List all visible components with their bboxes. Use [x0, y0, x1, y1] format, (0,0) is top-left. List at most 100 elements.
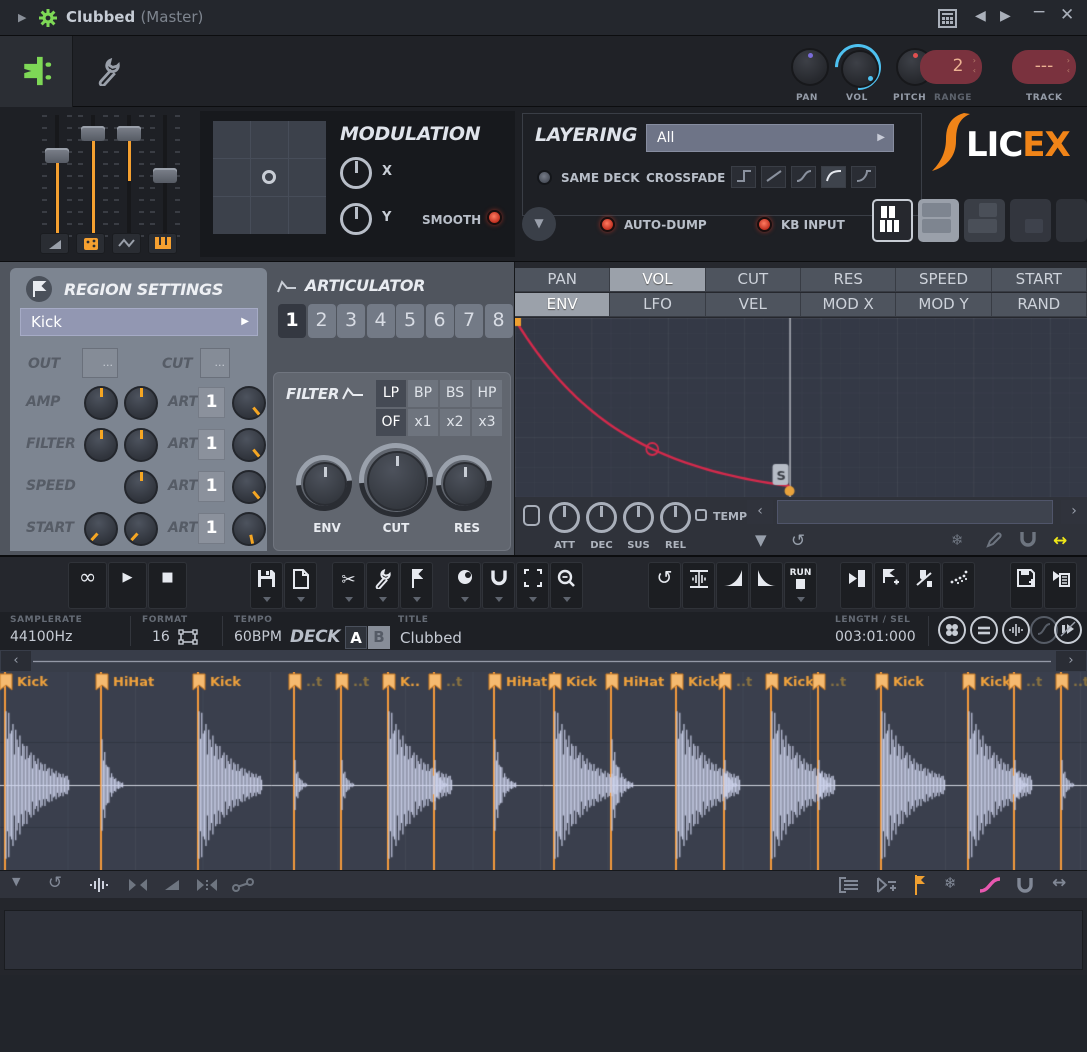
- view-eye-button[interactable]: [448, 562, 481, 609]
- articulator-slot-2[interactable]: 2: [308, 304, 336, 338]
- freeze-icon[interactable]: ❄: [951, 531, 964, 549]
- level-slider-1[interactable]: [44, 115, 70, 240]
- filter-type-lp[interactable]: LP: [376, 380, 406, 407]
- save-button[interactable]: [250, 562, 283, 609]
- waveform-editor[interactable]: [0, 672, 1087, 870]
- env-magnet-icon[interactable]: [1019, 531, 1037, 547]
- scroll-left-button[interactable]: ‹: [747, 500, 773, 524]
- articulator-slot-1[interactable]: 1: [278, 304, 306, 338]
- mod-y-knob[interactable]: [340, 203, 372, 235]
- fade-out-button[interactable]: [750, 562, 783, 609]
- same-deck-led[interactable]: [537, 170, 552, 185]
- deck-b-button[interactable]: B: [368, 626, 390, 649]
- zoom-tool-button[interactable]: [550, 562, 583, 609]
- articulator-slot-4[interactable]: 4: [367, 304, 395, 338]
- tools-wrench-button[interactable]: [366, 562, 399, 609]
- layer-select-dropdown[interactable]: All▶: [646, 124, 894, 152]
- filter-knob-1[interactable]: [84, 428, 118, 462]
- pan-knob[interactable]: [791, 48, 829, 86]
- start-knob-1[interactable]: [84, 512, 118, 546]
- wave-freeze-icon[interactable]: ❄: [944, 874, 957, 892]
- adsr-att-knob[interactable]: [549, 502, 580, 533]
- waveform-view-button[interactable]: [1002, 616, 1030, 644]
- mod-x-knob[interactable]: [340, 157, 372, 189]
- env-target-tab-vol[interactable]: VOL: [610, 268, 705, 292]
- equalize-button[interactable]: [970, 616, 998, 644]
- reel-mode-button[interactable]: [938, 616, 966, 644]
- amp-knob-2[interactable]: [124, 386, 158, 420]
- level-slider-3[interactable]: [116, 115, 142, 240]
- track-display[interactable]: ---›‹: [1012, 50, 1076, 84]
- start-knob-2[interactable]: [124, 512, 158, 546]
- articulator-slot-3[interactable]: 3: [337, 304, 365, 338]
- cut-value-box[interactable]: ...: [200, 348, 230, 378]
- adsr-sus-knob[interactable]: [623, 502, 654, 533]
- options-dropdown-button[interactable]: ▼: [522, 207, 556, 241]
- speed-art-slot-box[interactable]: 1: [198, 471, 225, 502]
- remove-slice-button[interactable]: [908, 562, 941, 609]
- run-script-button[interactable]: RUN: [784, 562, 817, 609]
- slice-list-add-icon[interactable]: [876, 877, 898, 893]
- env-menu-dropdown-icon[interactable]: ▼: [755, 531, 767, 549]
- smooth-led[interactable]: [487, 210, 502, 225]
- view-dual-deck-button[interactable]: [918, 199, 959, 242]
- level-slider-2[interactable]: [80, 115, 106, 240]
- slider-handle[interactable]: [45, 148, 69, 163]
- env-stretch-icon[interactable]: ↔: [1053, 531, 1067, 551]
- pencil-icon[interactable]: [985, 531, 1003, 549]
- fade-in-button[interactable]: [716, 562, 749, 609]
- amp-art-knob[interactable]: [232, 386, 266, 420]
- slice-marker-icon[interactable]: [914, 875, 927, 895]
- filter-order-x2[interactable]: x2: [440, 409, 470, 436]
- articulator-slot-5[interactable]: 5: [396, 304, 424, 338]
- track-down-icon[interactable]: ‹: [1067, 67, 1070, 75]
- crossfade-log-button[interactable]: [821, 166, 846, 188]
- level-slider-4[interactable]: [152, 115, 178, 240]
- kb-input-led[interactable]: [757, 217, 772, 232]
- detach-grid-icon[interactable]: [938, 9, 957, 28]
- view-minimal-button[interactable]: [1056, 199, 1087, 242]
- slicer-curve-icon[interactable]: [978, 877, 1002, 893]
- env-source-tab-lfo[interactable]: LFO: [610, 293, 705, 317]
- modulation-xy-pad[interactable]: [213, 121, 326, 234]
- filter-type-bs[interactable]: BS: [440, 380, 470, 407]
- filter-order-x1[interactable]: x1: [408, 409, 438, 436]
- crossfade-exp-button[interactable]: [851, 166, 876, 188]
- out-value-box[interactable]: ...: [82, 348, 118, 378]
- adsr-dec-knob[interactable]: [586, 502, 617, 533]
- play-button[interactable]: ▶: [108, 562, 147, 609]
- resonance-knob[interactable]: [443, 462, 487, 506]
- snap-magnet-button[interactable]: [482, 562, 515, 609]
- env-refresh-icon[interactable]: ↺: [791, 531, 805, 551]
- declick-button[interactable]: [942, 562, 975, 609]
- envelope-toggle[interactable]: [523, 505, 540, 526]
- next-preset-icon[interactable]: ▶: [1000, 8, 1011, 24]
- reverse-button[interactable]: ↺: [648, 562, 681, 609]
- normalize-button[interactable]: [682, 562, 715, 609]
- start-art-knob[interactable]: [232, 512, 266, 546]
- overview-scroll-right-icon[interactable]: ›: [1056, 651, 1086, 671]
- start-art-slot-box[interactable]: 1: [198, 513, 225, 544]
- amp-knob-1[interactable]: [84, 386, 118, 420]
- loop-mode-button[interactable]: ∞: [68, 562, 107, 609]
- vol-knob[interactable]: [841, 50, 879, 88]
- range-display[interactable]: 2›‹: [920, 50, 982, 84]
- speed-art-knob[interactable]: [232, 470, 266, 504]
- link-icon[interactable]: [232, 878, 254, 892]
- region-select-dropdown[interactable]: Kick▶: [20, 308, 258, 336]
- trim-selection-icon[interactable]: [196, 878, 218, 892]
- random-dice-button[interactable]: [76, 233, 105, 254]
- scroll-thumb[interactable]: [777, 500, 1053, 524]
- select-tool-button[interactable]: [516, 562, 549, 609]
- wave-zap-icon[interactable]: [88, 877, 110, 893]
- slider-handle[interactable]: [117, 126, 141, 141]
- env-target-tab-pan[interactable]: PAN: [515, 268, 610, 292]
- lfo-wave-button[interactable]: [112, 233, 141, 254]
- regions-flag-button[interactable]: [400, 562, 433, 609]
- crossfade-scurve-button[interactable]: [791, 166, 816, 188]
- filter-order-of[interactable]: OF: [376, 409, 406, 436]
- stop-button[interactable]: ■: [148, 562, 187, 609]
- minimize-icon[interactable]: −: [1032, 2, 1046, 22]
- sample-properties-button[interactable]: [1044, 562, 1077, 609]
- add-slice-button[interactable]: [874, 562, 907, 609]
